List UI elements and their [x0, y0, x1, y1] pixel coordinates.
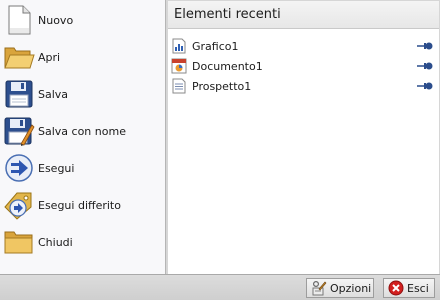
save-as-command[interactable]: Salva con nome: [0, 113, 166, 149]
save-as-command-label: Salva con nome: [38, 124, 126, 138]
recent-items-header: Elementi recenti: [168, 1, 439, 29]
application-menu: Nuovo Apri Salva Salva con nome Esegui E…: [0, 0, 440, 300]
run-command-label: Esegui: [38, 161, 75, 175]
new-command-label: Nuovo: [38, 13, 74, 27]
open-folder-icon: [2, 40, 36, 74]
pin-icon[interactable]: [417, 60, 433, 72]
recent-item[interactable]: Prospetto1: [168, 76, 439, 96]
chart-file-icon: [171, 38, 187, 54]
options-icon: [311, 280, 327, 296]
exit-button[interactable]: Esci: [383, 278, 435, 298]
recent-items-pane: Elementi recenti Grafico1 Documento1 Pro…: [168, 1, 439, 274]
command-pane: Nuovo Apri Salva Salva con nome Esegui E…: [0, 0, 166, 274]
exit-icon: [388, 280, 404, 296]
open-command[interactable]: Apri: [0, 39, 166, 75]
run-command[interactable]: Esegui: [0, 150, 166, 186]
run-icon: [2, 151, 36, 185]
save-command-label: Salva: [38, 87, 69, 101]
close-command-label: Chiudi: [38, 235, 73, 249]
close-command[interactable]: Chiudi: [0, 224, 166, 260]
save-command[interactable]: Salva: [0, 76, 166, 112]
deferred-run-command[interactable]: Esegui differito: [0, 187, 166, 223]
recent-item[interactable]: Grafico1: [168, 36, 439, 56]
deferred-run-icon: [2, 188, 36, 222]
save-as-icon: [2, 114, 36, 148]
pin-icon[interactable]: [417, 80, 433, 92]
exit-label: Esci: [407, 281, 429, 295]
report-file-icon: [171, 78, 187, 94]
recent-item-label: Documento1: [192, 59, 263, 73]
recent-item-label: Prospetto1: [192, 79, 252, 93]
open-command-label: Apri: [38, 50, 61, 64]
recent-item[interactable]: Documento1: [168, 56, 439, 76]
options-label: Opzioni: [330, 281, 372, 295]
new-command[interactable]: Nuovo: [0, 2, 166, 38]
new-document-icon: [2, 3, 36, 37]
document-file-icon: [171, 58, 187, 74]
pin-icon[interactable]: [417, 40, 433, 52]
save-disk-icon: [2, 77, 36, 111]
deferred-run-command-label: Esegui differito: [38, 198, 121, 212]
recent-items-title: Elementi recenti: [174, 7, 281, 22]
footer-bar: Opzioni Esci: [0, 274, 440, 300]
options-button[interactable]: Opzioni: [306, 278, 374, 298]
recent-item-label: Grafico1: [192, 39, 239, 53]
close-folder-icon: [2, 225, 36, 259]
